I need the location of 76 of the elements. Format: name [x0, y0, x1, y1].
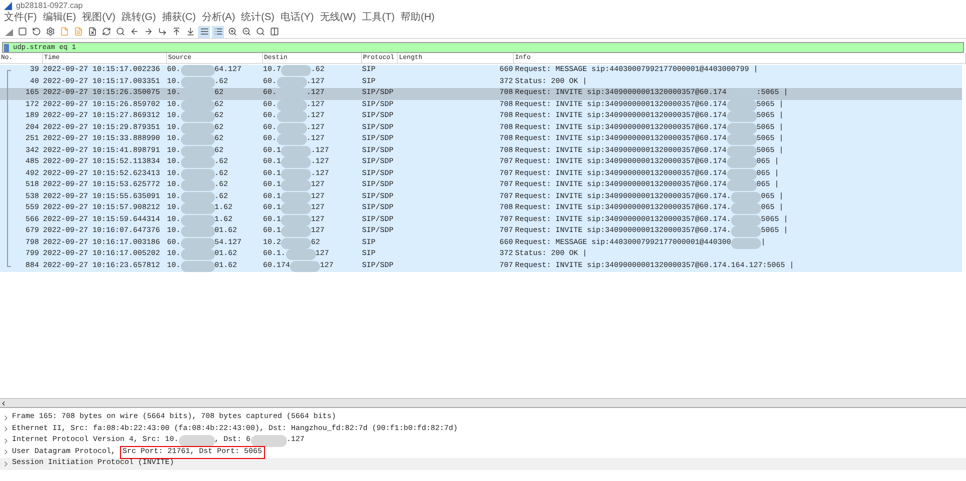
restart-icon[interactable]: [30, 26, 42, 38]
search-icon[interactable]: [114, 26, 126, 38]
redaction-blur: [180, 157, 215, 168]
redaction-blur: [281, 146, 312, 157]
redaction-blur: [180, 76, 215, 88]
menu-item[interactable]: 分析(A): [202, 13, 236, 23]
resize-columns-icon[interactable]: [268, 26, 280, 38]
close-file-icon[interactable]: [86, 26, 98, 38]
redaction-blur: [180, 249, 215, 260]
menu-item[interactable]: 文件(F): [4, 13, 37, 23]
scroll-left-icon: [0, 400, 7, 406]
redaction-blur: [180, 122, 215, 134]
redaction-blur: [726, 168, 757, 180]
settings-icon[interactable]: [44, 26, 56, 38]
menu-item[interactable]: 捕获(C): [162, 13, 196, 23]
redaction-blur: [276, 111, 307, 122]
redaction-blur: [276, 134, 307, 146]
redaction-blur: [281, 65, 312, 76]
redaction-blur: [290, 260, 320, 272]
horizontal-scrollbar[interactable]: [0, 398, 966, 407]
redaction-blur: [180, 214, 215, 226]
redaction-blur: [731, 238, 762, 249]
menu-item[interactable]: 编辑(E): [42, 13, 76, 23]
zoom-reset-icon[interactable]: [254, 26, 266, 38]
bookmark-icon[interactable]: [4, 44, 9, 52]
redaction-blur: [180, 134, 215, 146]
redaction-blur: [281, 214, 312, 226]
redaction-blur: [726, 157, 757, 168]
redaction-blur: [180, 192, 215, 203]
menu-item[interactable]: 统计(S): [241, 13, 274, 23]
redaction-blur: [726, 146, 757, 157]
shark-fin-icon: [4, 2, 12, 10]
redaction-blur: [286, 249, 316, 260]
menu-item[interactable]: 视图(V): [82, 13, 116, 23]
redaction-blur: [250, 435, 287, 446]
redaction-blur: [726, 122, 757, 134]
stop-icon[interactable]: [16, 26, 28, 38]
redaction-blur: [731, 226, 762, 238]
redaction-blur: [281, 238, 312, 249]
redaction-blur: [180, 180, 215, 192]
menu-item[interactable]: 电话(Y): [280, 13, 314, 23]
menu-item[interactable]: 工具(T): [362, 13, 395, 23]
reload-icon[interactable]: [100, 26, 112, 38]
redaction-blur: [180, 260, 215, 272]
redaction-blur: [276, 76, 307, 88]
redaction-blur: [180, 203, 215, 214]
redaction-blur: [281, 180, 312, 192]
redaction-blur: [281, 192, 312, 203]
redaction-blur: [731, 203, 762, 214]
redaction-blur: [180, 238, 215, 249]
redaction-blur: [726, 111, 757, 122]
redaction-blur: [281, 203, 312, 214]
menu-item[interactable]: 跳转(G): [121, 13, 156, 23]
window-title: gb28181-0927.cap: [16, 0, 83, 12]
redaction-blur: [731, 192, 762, 203]
redaction-blur: [180, 111, 215, 122]
colorize-icon[interactable]: [212, 26, 224, 38]
redaction-blur: [276, 122, 307, 134]
redaction-blur: [281, 157, 312, 168]
redaction-blur: [281, 168, 312, 180]
menu-item[interactable]: 无线(W): [320, 13, 356, 23]
redaction-blur: [180, 146, 215, 157]
zoom-out-icon[interactable]: [240, 26, 252, 38]
jump-icon[interactable]: [156, 26, 168, 38]
redaction-blur: [180, 65, 215, 76]
autoscroll-icon[interactable]: [198, 26, 210, 38]
redaction-blur: [731, 214, 762, 226]
zoom-in-icon[interactable]: [226, 26, 238, 38]
menu-item[interactable]: 帮助(H): [400, 13, 435, 23]
redaction-blur: [281, 226, 312, 238]
redaction-blur: [180, 168, 215, 180]
redaction-blur: [180, 226, 215, 238]
fin-icon[interactable]: [4, 26, 14, 36]
redaction-blur: [178, 435, 215, 446]
redaction-blur: [726, 180, 757, 192]
redaction-blur: [726, 134, 757, 146]
